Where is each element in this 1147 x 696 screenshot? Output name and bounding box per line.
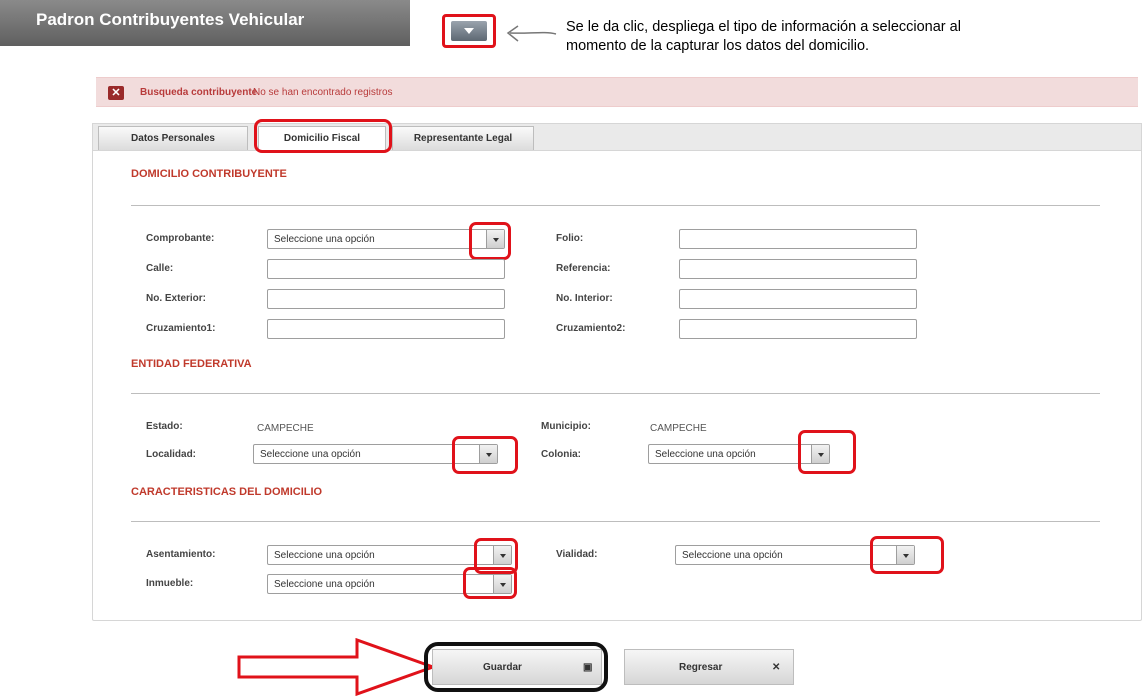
regresar-button-label: Regresar xyxy=(679,662,723,673)
no-interior-input[interactable] xyxy=(679,289,917,309)
cruzamiento1-label: Cruzamiento1: xyxy=(146,323,216,334)
tab-bar xyxy=(92,123,1142,151)
regresar-button[interactable]: Regresar ✕ xyxy=(624,649,794,685)
no-exterior-input[interactable] xyxy=(267,289,505,309)
section-title-domicilio: DOMICILIO CONTRIBUYENTE xyxy=(131,168,287,180)
colonia-label: Colonia: xyxy=(541,449,581,460)
annotation-note-line1: Se le da clic, despliega el tipo de info… xyxy=(566,19,961,35)
section-title-caracteristicas: CARACTERISTICAS DEL DOMICILIO xyxy=(131,486,323,498)
pointer-arrow-icon xyxy=(506,25,557,42)
asentamiento-select-value: Seleccione una opción xyxy=(274,550,375,561)
localidad-select-value: Seleccione una opción xyxy=(260,449,361,460)
divider xyxy=(131,521,1100,522)
section-title-entidad: ENTIDAD FEDERATIVA xyxy=(131,358,252,370)
colonia-select-value: Seleccione una opción xyxy=(655,449,756,460)
no-interior-label: No. Interior: xyxy=(556,293,613,304)
tab-datos-personales[interactable]: Datos Personales xyxy=(98,126,248,150)
annotation-note-line2: momento de la capturar los datos del dom… xyxy=(566,38,870,54)
comprobante-label: Comprobante: xyxy=(146,233,215,244)
dropdown-example-highlight xyxy=(442,14,496,48)
close-icon: ✕ xyxy=(772,662,781,673)
municipio-label: Municipio: xyxy=(541,421,591,432)
inmueble-label: Inmueble: xyxy=(146,578,194,589)
dropdown-highlight xyxy=(469,222,511,260)
cruzamiento1-input[interactable] xyxy=(267,319,505,339)
dropdown-highlight xyxy=(798,430,856,474)
divider xyxy=(131,393,1100,394)
dropdown-highlight xyxy=(463,567,517,599)
asentamiento-label: Asentamiento: xyxy=(146,549,216,560)
divider xyxy=(131,205,1100,206)
tab-highlight xyxy=(254,119,392,153)
vialidad-label: Vialidad: xyxy=(556,549,598,560)
localidad-label: Localidad: xyxy=(146,449,197,460)
estado-value: CAMPECHE xyxy=(257,423,314,434)
dropdown-highlight xyxy=(452,436,518,474)
page-title: Padron Contribuyentes Vehicular xyxy=(0,0,410,46)
cruzamiento2-label: Cruzamiento2: xyxy=(556,323,626,334)
municipio-value: CAMPECHE xyxy=(650,423,707,434)
folio-label: Folio: xyxy=(556,233,584,244)
estado-label: Estado: xyxy=(146,421,183,432)
calle-input[interactable] xyxy=(267,259,505,279)
referencia-label: Referencia: xyxy=(556,263,611,274)
big-arrow-icon xyxy=(237,638,437,696)
referencia-input[interactable] xyxy=(679,259,917,279)
alert-message: No se han encontrado registros xyxy=(253,87,393,98)
vialidad-select-value: Seleccione una opción xyxy=(682,550,783,561)
close-icon: ✕ xyxy=(108,86,124,100)
alert-title: Busqueda contribuyente xyxy=(140,87,258,98)
chevron-down-icon xyxy=(451,21,487,41)
annotation-note: Se le da clic, despliega el tipo de info… xyxy=(566,18,1146,56)
inmueble-select-value: Seleccione una opción xyxy=(274,579,375,590)
tab-representante-legal[interactable]: Representante Legal xyxy=(392,126,534,150)
no-exterior-label: No. Exterior: xyxy=(146,293,207,304)
comprobante-select-value: Seleccione una opción xyxy=(274,234,375,245)
form-panel xyxy=(92,123,1142,621)
dropdown-highlight xyxy=(870,536,944,574)
alert-banner: ✕ Busqueda contribuyente No se han encon… xyxy=(96,77,1138,107)
folio-input[interactable] xyxy=(679,229,917,249)
cruzamiento2-input[interactable] xyxy=(679,319,917,339)
guardar-highlight xyxy=(424,642,608,692)
calle-label: Calle: xyxy=(146,263,174,274)
